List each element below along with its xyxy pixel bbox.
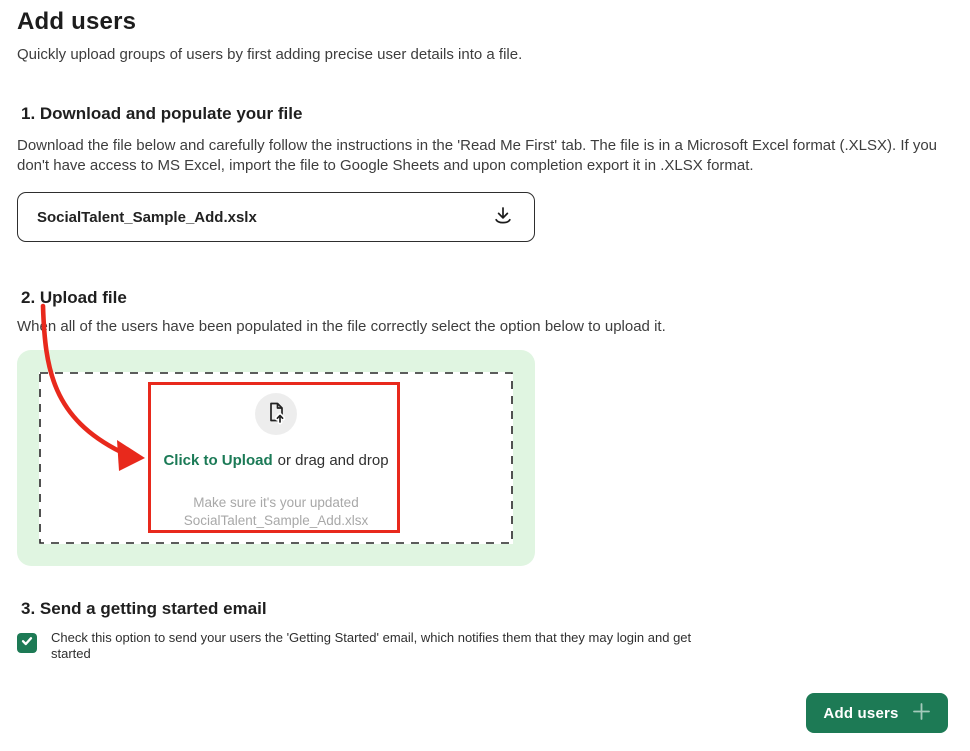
- page-subtitle: Quickly upload groups of users by first …: [17, 46, 522, 63]
- upload-hint-line1: Make sure it's your updated: [184, 494, 369, 512]
- add-users-button[interactable]: Add users: [806, 693, 948, 733]
- getting-started-email-option: Check this option to send your users the…: [17, 630, 719, 662]
- upload-icon-circle: [255, 393, 297, 435]
- plus-icon: [912, 702, 931, 724]
- getting-started-email-label: Check this option to send your users the…: [51, 630, 719, 662]
- add-users-page: Add users Quickly upload groups of users…: [0, 0, 970, 751]
- drag-drop-text: or drag and drop: [278, 452, 389, 469]
- sample-file-download-box[interactable]: SocialTalent_Sample_Add.xslx: [17, 192, 535, 242]
- getting-started-email-checkbox[interactable]: [17, 633, 37, 653]
- step2-heading: 2. Upload file: [21, 288, 127, 308]
- upload-content: Click to Upload or drag and drop Make su…: [39, 372, 513, 530]
- click-to-upload-link[interactable]: Click to Upload: [163, 452, 272, 469]
- page-title: Add users: [17, 8, 136, 36]
- step1-heading: 1. Download and populate your file: [21, 104, 302, 124]
- step2-description: When all of the users have been populate…: [17, 317, 953, 337]
- upload-hint: Make sure it's your updated SocialTalent…: [184, 494, 369, 530]
- sample-file-name: SocialTalent_Sample_Add.xslx: [37, 209, 257, 226]
- download-icon: [492, 205, 514, 230]
- upload-panel: Click to Upload or drag and drop Make su…: [17, 350, 535, 566]
- step1-description: Download the file below and carefully fo…: [17, 136, 953, 176]
- file-dropzone[interactable]: Click to Upload or drag and drop Make su…: [39, 372, 513, 544]
- file-upload-icon: [263, 399, 289, 430]
- checkmark-icon: [20, 634, 34, 653]
- step3-heading: 3. Send a getting started email: [21, 599, 267, 619]
- upload-hint-line2: SocialTalent_Sample_Add.xlsx: [184, 512, 369, 530]
- add-users-button-label: Add users: [823, 705, 898, 722]
- download-button[interactable]: [492, 205, 514, 230]
